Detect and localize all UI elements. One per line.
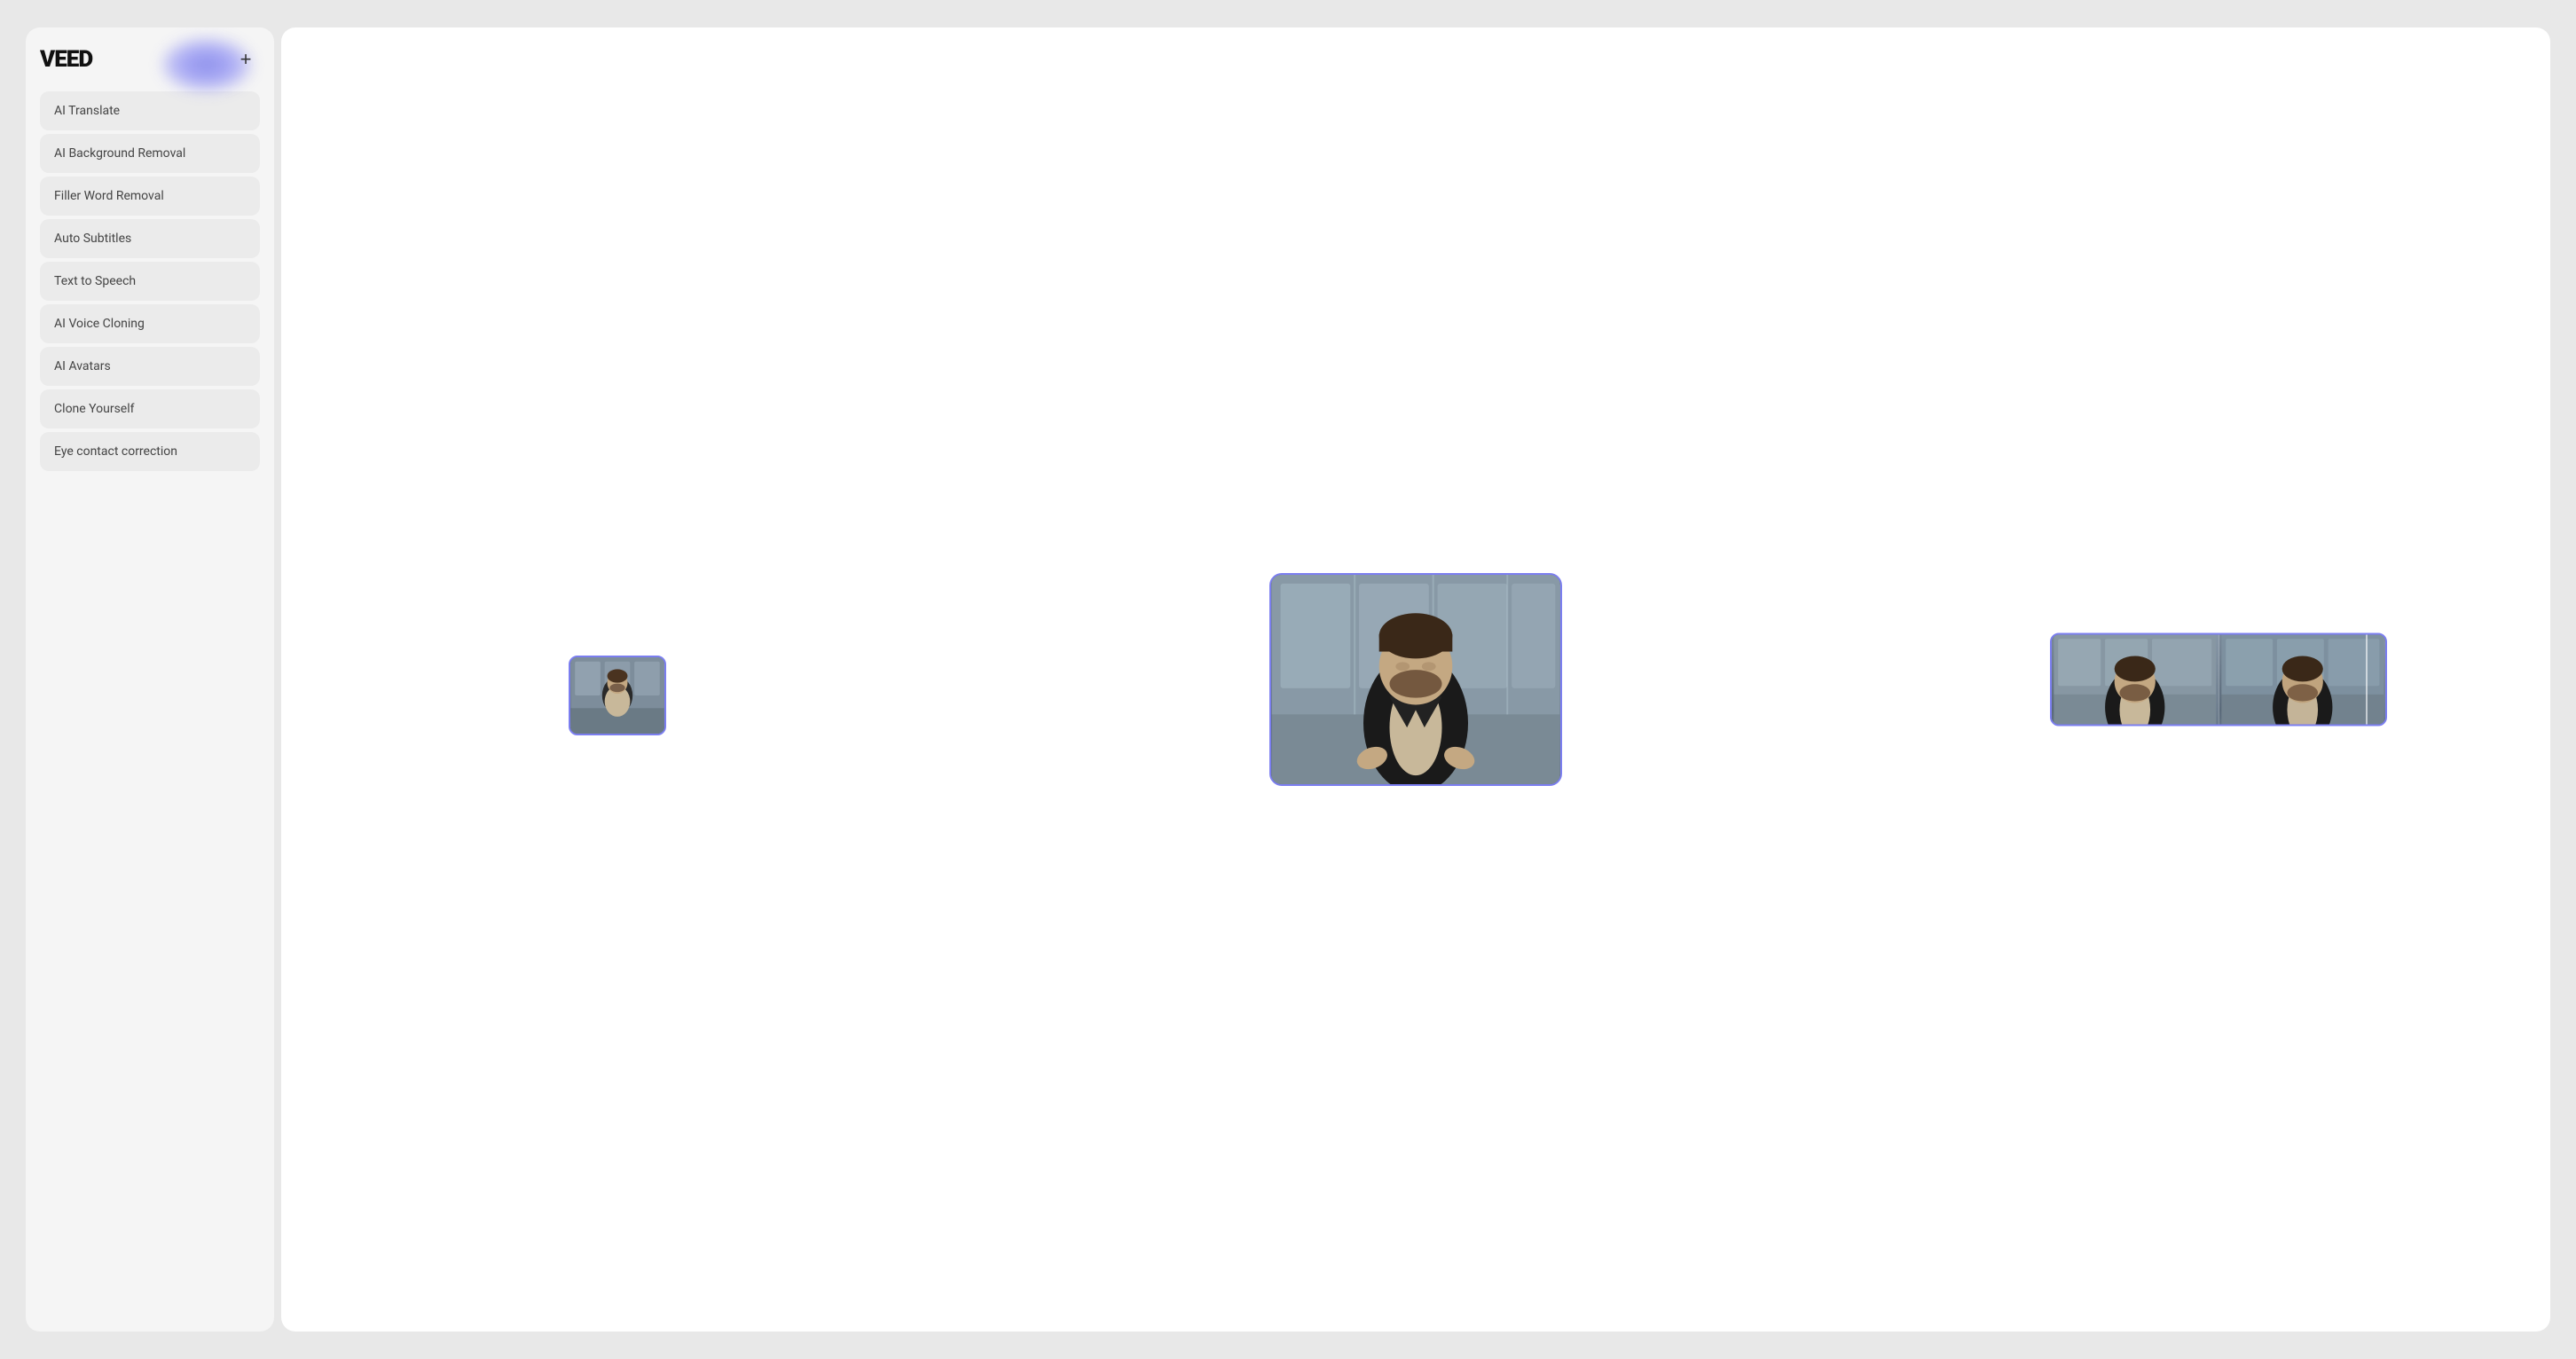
video-frame-right-2 xyxy=(2219,635,2386,725)
logo-area: VEED + xyxy=(40,45,260,74)
sidebar-item-text-to-speech[interactable]: Text to Speech xyxy=(40,262,260,301)
sidebar-item-label-ai-translate: AI Translate xyxy=(54,104,120,118)
video-frame-center xyxy=(1271,575,1560,784)
new-project-button[interactable]: + xyxy=(232,45,260,74)
app-logo: VEED xyxy=(40,46,92,73)
sidebar-item-label-ai-voice-cloning: AI Voice Cloning xyxy=(54,317,145,331)
nav-items-container: AI Translate AI Background Removal Filler … xyxy=(40,91,260,475)
sidebar-item-label-text-to-speech: Text to Speech xyxy=(54,274,136,288)
sidebar-item-label-auto-subtitles: Auto Subtitles xyxy=(54,232,131,246)
sidebar-item-auto-subtitles[interactable]: Auto Subtitles xyxy=(40,219,260,258)
sidebar-item-label-filler-word-removal: Filler Word Removal xyxy=(54,189,164,203)
right-divider xyxy=(2366,635,2368,725)
main-content xyxy=(281,27,2550,1332)
sidebar-item-label-eye-contact-correction: Eye contact correction xyxy=(54,444,177,459)
sidebar-item-ai-avatars[interactable]: AI Avatars xyxy=(40,347,260,386)
sidebar-item-ai-voice-cloning[interactable]: AI Voice Cloning xyxy=(40,304,260,343)
video-thumb-right[interactable] xyxy=(2050,633,2387,727)
video-thumb-left[interactable] xyxy=(569,656,666,735)
video-scene xyxy=(622,538,2211,821)
sidebar-item-label-ai-avatars: AI Avatars xyxy=(54,359,111,373)
sidebar-item-label-ai-background-removal: AI Background Removal xyxy=(54,146,185,161)
app-container: VEED + AI Translate AI Background Removal… xyxy=(26,27,2550,1332)
sidebar-item-ai-translate[interactable]: AI Translate xyxy=(40,91,260,130)
sidebar-item-clone-yourself[interactable]: Clone Yourself xyxy=(40,389,260,428)
sidebar-item-label-clone-yourself: Clone Yourself xyxy=(54,402,134,416)
sidebar: VEED + AI Translate AI Background Removal… xyxy=(26,27,274,1332)
sidebar-item-ai-background-removal[interactable]: AI Background Removal xyxy=(40,134,260,173)
video-thumb-center[interactable] xyxy=(1269,573,1562,786)
sidebar-item-filler-word-removal[interactable]: Filler Word Removal xyxy=(40,177,260,216)
video-frame-left xyxy=(570,657,664,734)
video-frame-right-1 xyxy=(2052,635,2219,725)
sidebar-item-eye-contact-correction[interactable]: Eye contact correction xyxy=(40,432,260,471)
